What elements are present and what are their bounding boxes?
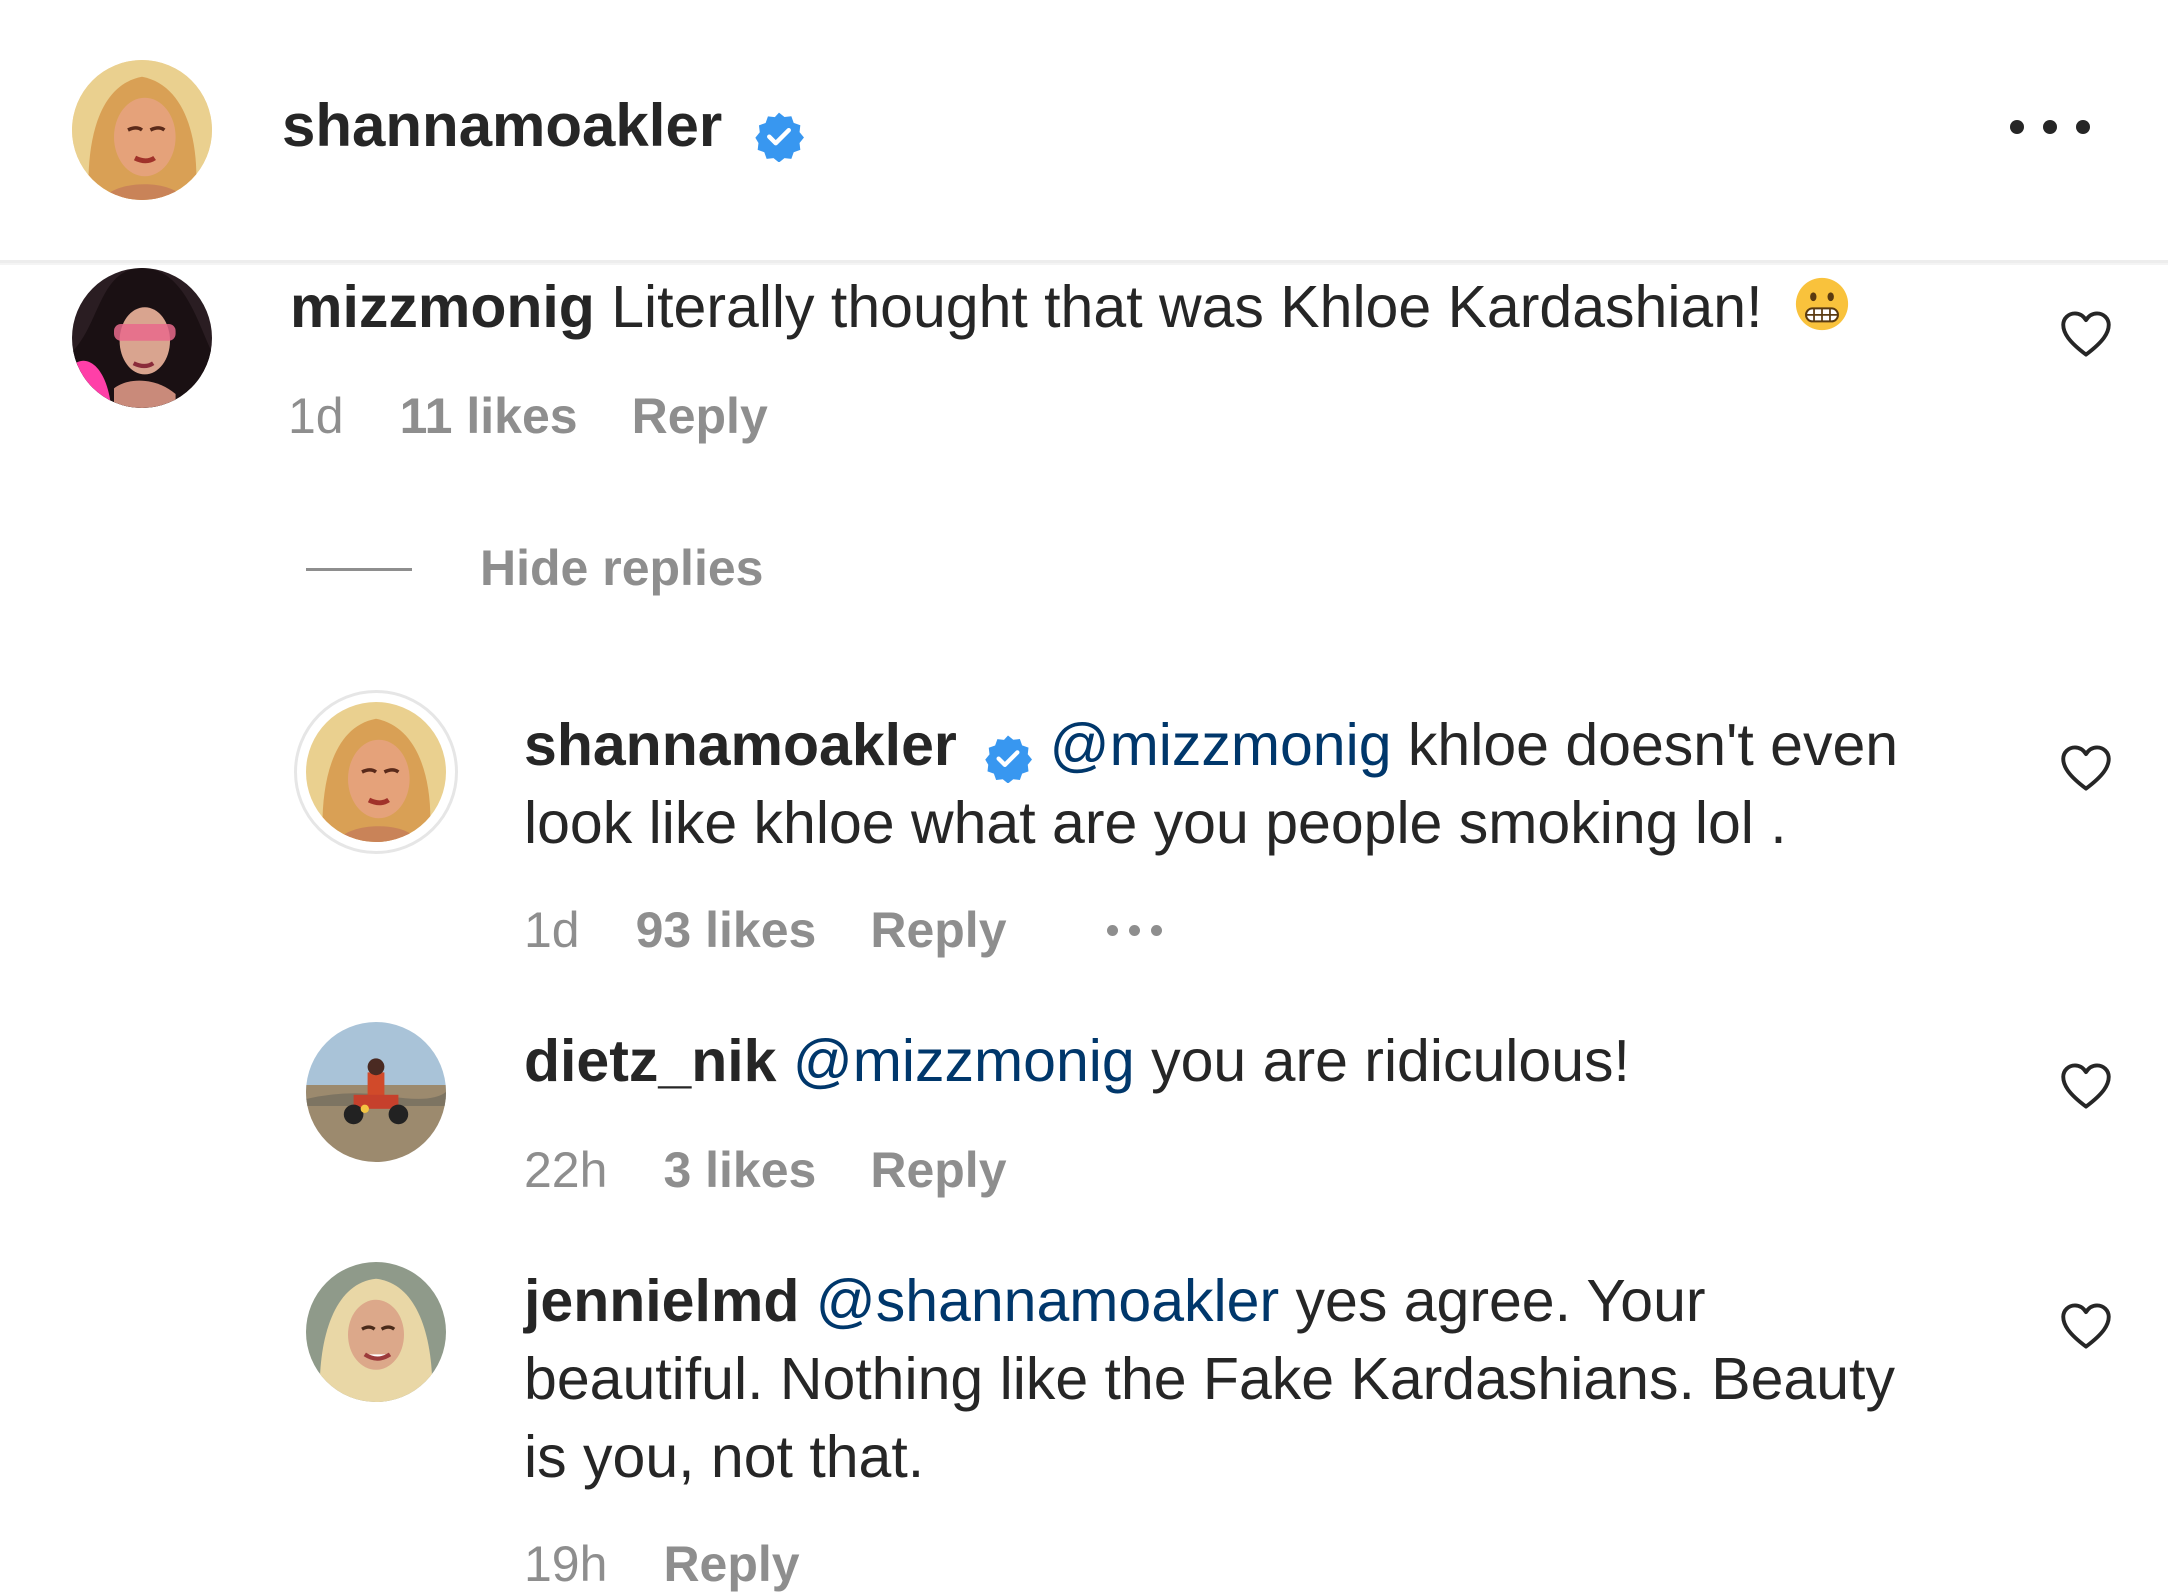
reply-text-line1: yes agree. Your — [1295, 1268, 1706, 1334]
reply-likes[interactable]: 93 likes — [636, 900, 817, 960]
reply-avatar[interactable] — [306, 702, 446, 842]
profile-photo-icon — [306, 1022, 446, 1162]
verified-badge-icon — [753, 104, 805, 163]
reply-text: you are ridiculous! — [1151, 1028, 1630, 1094]
profile-photo-icon — [306, 702, 446, 842]
reply-avatar[interactable] — [306, 1262, 446, 1402]
grimacing-face-icon — [1793, 274, 1851, 332]
comment-time: 1d — [288, 388, 344, 444]
comment-text: Literally thought that was Khloe Kardash… — [611, 274, 1763, 340]
post-header: shannamoakler — [0, 0, 2168, 263]
like-heart-icon[interactable] — [2060, 1302, 2112, 1350]
like-heart-icon[interactable] — [2060, 744, 2112, 792]
reply-mention[interactable]: @mizzmonig — [793, 1028, 1135, 1094]
reply-body: shannamoakler @mizzmonig khloe doesn't e… — [524, 706, 2024, 862]
hide-replies-button[interactable]: Hide replies — [480, 538, 763, 598]
reply-username[interactable]: jennielmd — [524, 1268, 799, 1334]
reply-button[interactable]: Reply — [870, 1140, 1006, 1200]
like-heart-icon[interactable] — [2060, 310, 2112, 358]
profile-photo-icon — [306, 1262, 446, 1402]
reply-mention[interactable]: @mizzmonig — [1050, 712, 1392, 778]
reply-meta: 1d 93 likes Reply — [524, 900, 1162, 960]
header-avatar[interactable] — [72, 60, 212, 200]
reply-button[interactable]: Reply — [870, 900, 1006, 960]
reply-more-options-icon[interactable] — [1106, 924, 1162, 936]
comment-likes[interactable]: 11 likes — [400, 386, 578, 446]
comment-username[interactable]: mizzmonig — [290, 274, 595, 340]
profile-photo-icon — [72, 60, 212, 200]
comment-body: mizzmonig Literally thought that was Khl… — [290, 268, 1990, 346]
profile-photo-icon — [72, 268, 212, 408]
reply-username[interactable]: dietz_nik — [524, 1028, 776, 1094]
reply-text-line3: is you, not that. — [524, 1424, 925, 1490]
like-heart-icon[interactable] — [2060, 1062, 2112, 1110]
commenter-avatar[interactable] — [72, 268, 212, 408]
reply-time: 19h — [524, 1536, 608, 1592]
verified-badge-icon — [983, 724, 1033, 784]
reply-meta: 19h Reply — [524, 1534, 800, 1594]
reply-likes[interactable]: 3 likes — [663, 1140, 816, 1200]
header-username[interactable]: shannamoakler — [282, 92, 722, 159]
more-options-icon[interactable] — [2010, 112, 2090, 142]
reply-meta: 22h 3 likes Reply — [524, 1140, 1007, 1200]
comment-meta: 1d 11 likes Reply — [288, 386, 768, 446]
reply-body: dietz_nik @mizzmonig you are ridiculous! — [524, 1022, 2024, 1100]
hide-replies-divider — [306, 568, 412, 571]
reply-time: 22h — [524, 1142, 608, 1198]
reply-time: 1d — [524, 902, 580, 958]
header-username-row: shannamoakler — [282, 88, 805, 164]
reply-text-line2: beautiful. Nothing like the Fake Kardash… — [524, 1346, 1895, 1412]
reply-text-line2: look like khloe what are you people smok… — [524, 790, 1787, 856]
reply-text-line1: khloe doesn't even — [1407, 712, 1899, 778]
reply-button[interactable]: Reply — [632, 386, 768, 446]
reply-avatar[interactable] — [306, 1022, 446, 1162]
reply-mention[interactable]: @shannamoakler — [816, 1268, 1279, 1334]
reply-button[interactable]: Reply — [663, 1534, 799, 1594]
reply-body: jennielmd @shannamoakler yes agree. Your… — [524, 1262, 2024, 1496]
reply-username[interactable]: shannamoakler — [524, 712, 957, 778]
